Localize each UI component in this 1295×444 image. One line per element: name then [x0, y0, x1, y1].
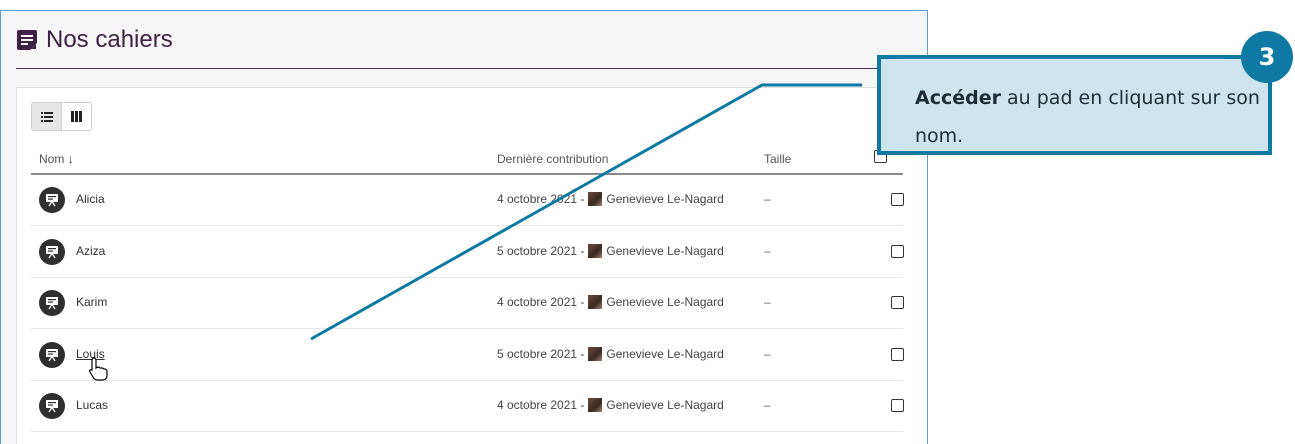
step-number-badge: 3: [1241, 31, 1293, 83]
callout-bold-text: Accéder: [915, 87, 1001, 109]
instruction-callout: Accéder au pad en cliquant sur son nom.: [877, 55, 1272, 155]
